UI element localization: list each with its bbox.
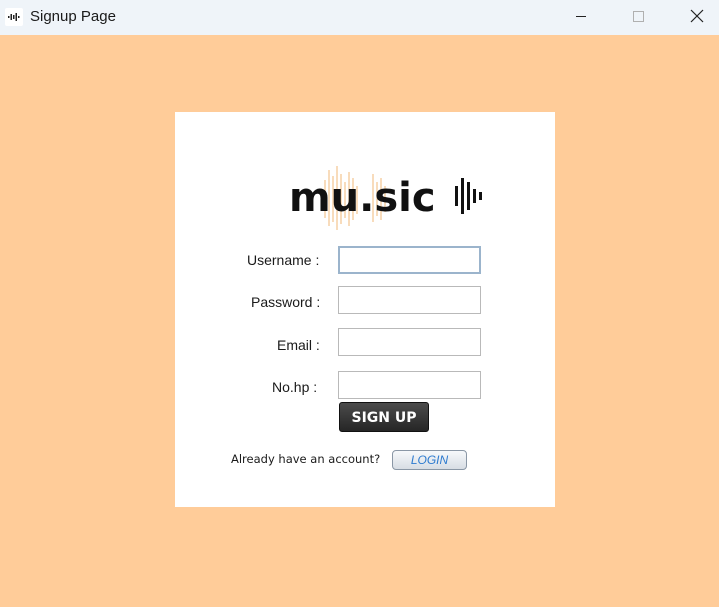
password-label: Password : [251,294,321,310]
already-account-text: Already have an account? [231,452,381,466]
close-icon [690,9,704,23]
signup-card: mu.sic Username : Password : Email : No.… [175,112,555,507]
logo-text: mu.sic [289,175,436,221]
music-logo: mu.sic [289,166,482,230]
email-label: Email : [277,337,320,353]
minimize-icon [576,16,586,17]
maximize-icon [633,11,644,22]
username-label: Username : [247,252,320,268]
equalizer-icon [455,178,482,214]
title-bar: Signup Page [0,0,719,35]
phone-label: No.hp : [272,379,318,395]
window-title: Signup Page [30,8,116,25]
minimize-button[interactable] [552,0,610,35]
maximize-button[interactable] [610,0,668,35]
app-icon [5,8,23,26]
login-button[interactable]: LOGIN [392,450,467,470]
signup-button[interactable]: SIGN UP [339,402,429,432]
username-input[interactable] [338,246,481,274]
phone-input[interactable] [338,371,481,399]
password-input[interactable] [338,286,481,314]
email-input[interactable] [338,328,481,356]
close-button[interactable] [668,0,719,35]
